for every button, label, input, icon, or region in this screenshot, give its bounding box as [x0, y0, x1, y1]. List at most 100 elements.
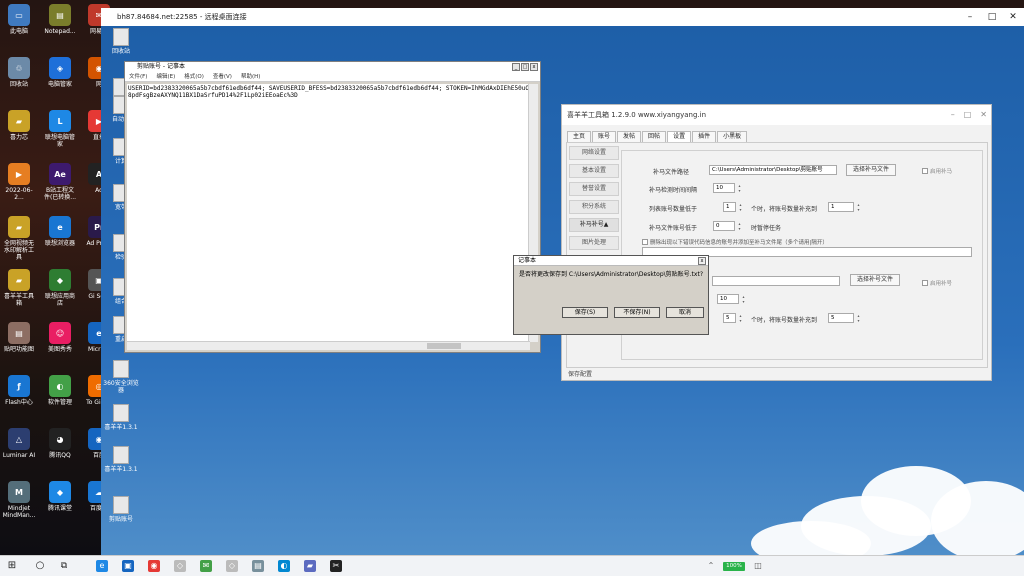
remote-desktop-titlebar[interactable]: bh87.84684.net:22585 - 远程桌面连接 – □ ✕: [101, 8, 1024, 26]
account-interval-input[interactable]: 10: [717, 294, 739, 304]
recycle-bin-icon[interactable]: ♲ 回收站: [2, 57, 36, 88]
remote-xiyangyang-folder-icon[interactable]: 喜羊羊1.3.1: [103, 446, 139, 473]
enable-account-checkbox[interactable]: 启用补号: [922, 279, 952, 287]
notepad-text-area[interactable]: USERID=bd2383320065a5b7cbdf61edb6df44; S…: [127, 84, 530, 342]
cancel-button[interactable]: 取消: [666, 307, 704, 318]
remote-360-browser-icon[interactable]: 360安全浏览器: [103, 360, 139, 394]
remote-recycle-bin-icon[interactable]: 回收站: [103, 28, 139, 55]
capcut-taskbar-icon[interactable]: ✂: [330, 560, 342, 572]
notepad-menu-item[interactable]: 文件(F): [129, 74, 147, 80]
tab-6[interactable]: 小黑板: [717, 131, 748, 142]
lenovo-manager-icon[interactable]: L 联想电脑管家: [43, 110, 77, 148]
dont-save-button[interactable]: 不保存(N): [614, 307, 660, 318]
toolbox-maximize-button[interactable]: □: [964, 105, 972, 125]
qq-icon[interactable]: ◕ 腾讯QQ: [43, 428, 77, 459]
tab-2[interactable]: 发帖: [617, 131, 642, 142]
pc-manager-icon[interactable]: ◈ 电脑管家: [43, 57, 77, 88]
lenovo-browser-icon[interactable]: e 联想浏览器: [43, 216, 77, 247]
scroll-thumb[interactable]: [427, 343, 461, 349]
interval-spinner[interactable]: ▴ ▾: [737, 183, 742, 193]
notepad-menu-item[interactable]: 编辑(E): [156, 74, 175, 80]
account-interval-spinner[interactable]: ▴ ▾: [741, 294, 746, 304]
tray-chevron-icon[interactable]: ⌃: [705, 560, 717, 572]
network-icon[interactable]: ◫: [752, 560, 764, 572]
account-threshold-spinner[interactable]: ▴ ▾: [738, 313, 743, 323]
account-target-spinner[interactable]: ▴ ▾: [856, 313, 861, 323]
luminar-icon[interactable]: △ Luminar AI: [2, 428, 36, 459]
close-button[interactable]: ✕: [1002, 8, 1024, 26]
notepad-menu-item[interactable]: 帮助(H): [241, 74, 260, 80]
tab-3[interactable]: 回帖: [642, 131, 667, 142]
video-parser-icon[interactable]: ▰ 全网视频无水印解析工具: [2, 216, 36, 261]
pause-spinner[interactable]: ▴ ▾: [737, 221, 742, 231]
enable-supplement-checkbox[interactable]: 启用补马: [922, 167, 952, 175]
sidebar-item-0[interactable]: 网络设置: [569, 146, 619, 160]
toolbox-icon[interactable]: ▰ 喜羊羊工具箱: [2, 269, 36, 307]
minimize-button[interactable]: –: [959, 8, 981, 26]
threshold-spinner[interactable]: ▴ ▾: [738, 202, 743, 212]
notepad-minimize-button[interactable]: _: [512, 63, 520, 71]
tab-5[interactable]: 插件: [692, 131, 717, 142]
account-threshold-input[interactable]: 5: [723, 313, 736, 323]
lenovo-store-icon[interactable]: ◆ 联想应用商店: [43, 269, 77, 307]
remote-desktop-taskbar-icon[interactable]: ▰: [304, 560, 316, 572]
flash-icon[interactable]: ƒ Flash中心: [2, 375, 36, 406]
save-config-link[interactable]: 保存配置: [568, 369, 592, 378]
select-account-file-button[interactable]: 选择补号文件: [850, 274, 900, 286]
threshold-target-input[interactable]: 1: [828, 202, 854, 212]
error-code-checkbox[interactable]: 删除出现以下错误代码信息的账号并添加至补马文件尾（多个请用|隔开）: [642, 238, 828, 246]
tab-0[interactable]: 主页: [567, 131, 592, 142]
app-taskbar-icon[interactable]: ◇: [174, 560, 186, 572]
notepad-titlebar[interactable]: 剪贴账号 - 记事本 _ □ x: [125, 62, 540, 72]
edge-taskbar-icon[interactable]: e: [96, 560, 108, 572]
folder-icon[interactable]: ▰ 喜力芯: [2, 110, 36, 141]
toolbox-minimize-button[interactable]: –: [951, 105, 955, 125]
remote-xiyangyang-rar-icon[interactable]: 喜羊羊1.3.1: [103, 404, 139, 431]
tencent-class-icon[interactable]: ◆ 腾讯课堂: [43, 481, 77, 512]
notepad-menu-item[interactable]: 格式(O): [184, 74, 204, 80]
dialog-titlebar[interactable]: 记事本 x: [514, 256, 708, 266]
account-path-input[interactable]: [712, 276, 840, 286]
netease-taskbar-icon[interactable]: ◉: [148, 560, 160, 572]
notepad-close-button[interactable]: x: [530, 63, 538, 71]
sidebar-item-1[interactable]: 基本设置: [569, 164, 619, 178]
notepad-maximize-button[interactable]: □: [521, 63, 529, 71]
mindjet-icon[interactable]: M Mindjet MindMan...: [2, 481, 36, 519]
meitu-icon[interactable]: ☺ 美图秀秀: [43, 322, 77, 353]
tab-1[interactable]: 账号: [592, 131, 617, 142]
remote-clipboard-file-icon[interactable]: 剪贴账号: [103, 496, 139, 523]
maximize-button[interactable]: □: [981, 8, 1003, 26]
video-file-icon[interactable]: ▶ 2022-06-2...: [2, 163, 36, 201]
sidebar-item-2[interactable]: 替誉设置: [569, 182, 619, 196]
account-target-input[interactable]: 5: [828, 313, 854, 323]
tieba-icon[interactable]: ▤ 贴吧功能图: [2, 322, 36, 353]
software-manager-icon[interactable]: ◐ 软件管理: [43, 375, 77, 406]
task-view-icon[interactable]: ⧉: [58, 560, 70, 572]
search-icon[interactable]: ○: [34, 560, 46, 572]
threshold-input[interactable]: 1: [723, 202, 736, 212]
sidebar-item-5[interactable]: 图片处理: [569, 236, 619, 250]
browser-taskbar-icon[interactable]: ◐: [278, 560, 290, 572]
select-file-button[interactable]: 选择补马文件: [846, 164, 896, 176]
threshold-target-spinner[interactable]: ▴ ▾: [856, 202, 861, 212]
interval-input[interactable]: 10: [713, 183, 735, 193]
notepad-horizontal-scrollbar[interactable]: [127, 341, 530, 350]
toolbox-close-button[interactable]: ✕: [980, 105, 987, 125]
path-input[interactable]: C:\Users\Administrator\Desktop\剪贴账号: [709, 165, 837, 175]
app2-taskbar-icon[interactable]: ◇: [226, 560, 238, 572]
windows-start-icon[interactable]: ⊞: [6, 560, 18, 572]
ae-project-icon[interactable]: Ae B站工程文件(已转换...: [43, 163, 77, 201]
store-taskbar-icon[interactable]: ▣: [122, 560, 134, 572]
toolbox-titlebar[interactable]: 喜羊羊工具箱 1.2.9.0 www.xiyangyang.in – □ ✕: [562, 105, 991, 125]
notepad-menu-item[interactable]: 查看(V): [213, 74, 232, 80]
app3-taskbar-icon[interactable]: ▤: [252, 560, 264, 572]
this-pc-icon[interactable]: ▭ 此电脑: [2, 4, 36, 35]
sidebar-item-3[interactable]: 积分系统: [569, 200, 619, 214]
tab-4[interactable]: 设置: [667, 131, 692, 142]
dialog-close-button[interactable]: x: [698, 257, 706, 265]
wechat-taskbar-icon[interactable]: ✉: [200, 560, 212, 572]
notepad-icon[interactable]: ▤ Notepad...: [43, 4, 77, 35]
save-button[interactable]: 保存(S): [562, 307, 608, 318]
pause-input[interactable]: 0: [713, 221, 735, 231]
sidebar-item-4[interactable]: 补马补号▲: [569, 218, 619, 232]
